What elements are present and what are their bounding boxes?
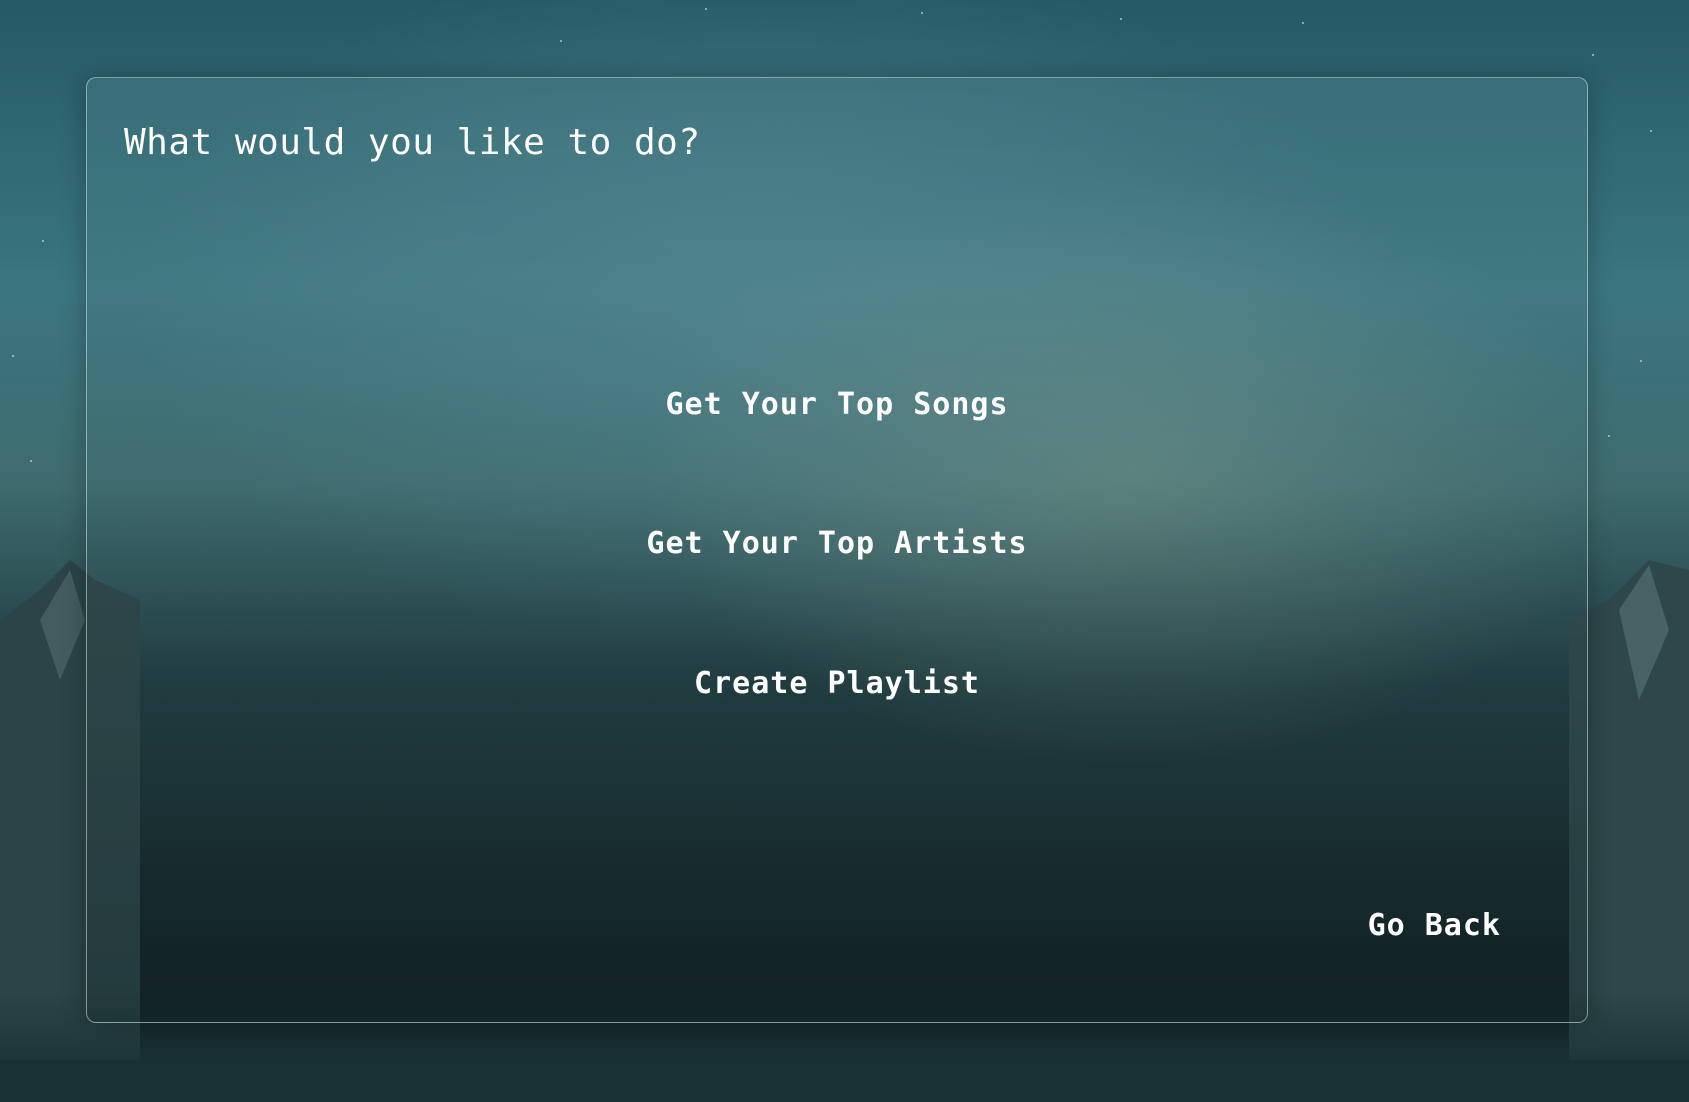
main-panel: What would you like to do? Get Your Top … — [86, 77, 1588, 1023]
top-songs-button[interactable]: Get Your Top Songs — [665, 387, 1008, 422]
page-title: What would you like to do? — [124, 122, 701, 163]
create-playlist-button[interactable]: Create Playlist — [694, 666, 980, 701]
app-background: What would you like to do? Get Your Top … — [0, 0, 1689, 1102]
top-artists-button[interactable]: Get Your Top Artists — [646, 526, 1027, 561]
go-back-button[interactable]: Go Back — [1368, 908, 1501, 943]
